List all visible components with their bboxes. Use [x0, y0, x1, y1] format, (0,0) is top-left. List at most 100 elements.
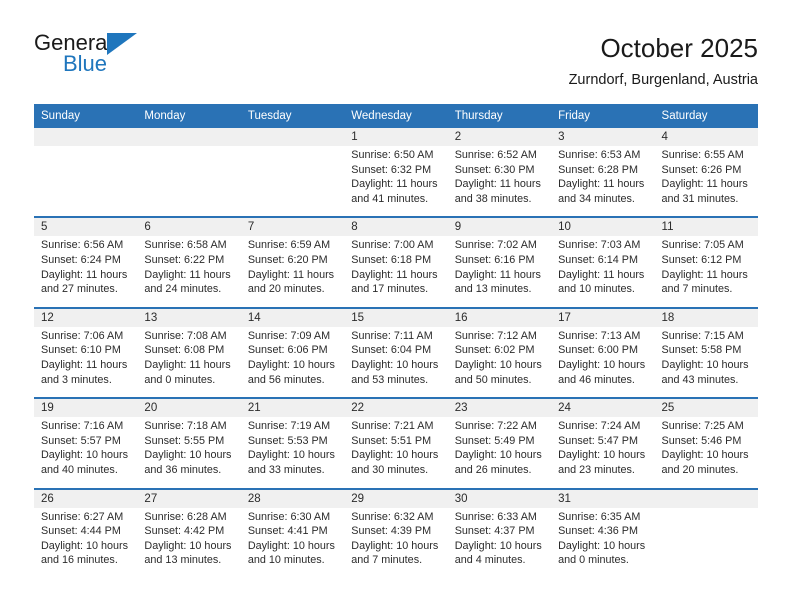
- day-cell[interactable]: Sunrise: 7:03 AM Sunset: 6:14 PM Dayligh…: [551, 236, 655, 308]
- week-1-daynumbers: 1 2 3 4: [34, 128, 758, 146]
- day-cell[interactable]: Sunrise: 7:19 AM Sunset: 5:53 PM Dayligh…: [240, 417, 345, 489]
- day-cell[interactable]: Sunrise: 6:53 AM Sunset: 6:28 PM Dayligh…: [551, 146, 655, 218]
- day-cell[interactable]: Sunrise: 6:35 AM Sunset: 4:36 PM Dayligh…: [551, 507, 655, 579]
- weekday-header-monday: Monday: [137, 104, 241, 128]
- sunset-text: Sunset: 5:51 PM: [351, 434, 432, 447]
- day-cell[interactable]: Sunrise: 7:21 AM Sunset: 5:51 PM Dayligh…: [344, 417, 448, 489]
- day-cell[interactable]: [654, 507, 758, 579]
- day-number: 25: [654, 397, 758, 418]
- daylight-text-line1: Daylight: 10 hours: [454, 358, 542, 371]
- day-cell[interactable]: Sunrise: 6:55 AM Sunset: 6:26 PM Dayligh…: [654, 146, 758, 218]
- day-number: 4: [654, 128, 758, 146]
- day-cell[interactable]: Sunrise: 6:28 AM Sunset: 4:42 PM Dayligh…: [137, 507, 241, 579]
- week-3-daynumbers: 12 13 14 15 16 17 18: [34, 306, 758, 327]
- sunrise-text: Sunrise: 7:03 AM: [558, 239, 641, 252]
- day-cell[interactable]: [137, 146, 241, 218]
- sunset-text: Sunset: 6:28 PM: [558, 163, 638, 176]
- week-4-daynumbers: 19 20 21 22 23 24 25: [34, 397, 758, 418]
- day-cell[interactable]: Sunrise: 7:08 AM Sunset: 6:08 PM Dayligh…: [137, 326, 241, 399]
- sunrise-text: Sunrise: 6:53 AM: [558, 149, 641, 161]
- daylight-text-line2: and 40 minutes.: [41, 463, 118, 476]
- daylight-text-line2: and 56 minutes.: [247, 373, 325, 386]
- day-cell[interactable]: Sunrise: 6:50 AM Sunset: 6:32 PM Dayligh…: [344, 146, 448, 218]
- sunrise-text: Sunrise: 7:24 AM: [558, 420, 641, 433]
- sunrise-text: Sunrise: 6:27 AM: [41, 510, 124, 523]
- day-cell[interactable]: Sunrise: 7:00 AM Sunset: 6:18 PM Dayligh…: [344, 236, 448, 308]
- day-cell[interactable]: Sunrise: 7:13 AM Sunset: 6:00 PM Dayligh…: [551, 326, 655, 399]
- daylight-text-line1: Daylight: 10 hours: [454, 539, 542, 552]
- day-cell[interactable]: Sunrise: 6:30 AM Sunset: 4:41 PM Dayligh…: [240, 507, 345, 579]
- day-cell[interactable]: Sunrise: 6:32 AM Sunset: 4:39 PM Dayligh…: [344, 507, 448, 579]
- day-cell[interactable]: Sunrise: 7:05 AM Sunset: 6:12 PM Dayligh…: [654, 236, 758, 308]
- daylight-text-line2: and 20 minutes.: [661, 463, 739, 476]
- day-number: 19: [34, 397, 138, 418]
- day-number: 8: [344, 216, 448, 237]
- day-number: 17: [551, 306, 655, 327]
- daylight-text-line2: and 50 minutes.: [454, 373, 532, 386]
- day-number: 3: [551, 128, 655, 146]
- sunrise-text: Sunrise: 6:56 AM: [41, 239, 124, 252]
- sunset-text: Sunset: 4:41 PM: [247, 525, 328, 538]
- day-number: 5: [34, 216, 138, 237]
- daylight-text-line2: and 36 minutes.: [144, 463, 222, 476]
- day-cell[interactable]: [240, 146, 345, 218]
- day-cell[interactable]: Sunrise: 7:15 AM Sunset: 5:58 PM Dayligh…: [654, 326, 758, 399]
- daylight-text-line2: and 0 minutes.: [558, 554, 629, 567]
- sunset-text: Sunset: 6:16 PM: [454, 253, 535, 266]
- sunset-text: Sunset: 6:32 PM: [351, 163, 432, 176]
- daylight-text-line2: and 26 minutes.: [454, 463, 532, 476]
- day-cell[interactable]: Sunrise: 7:09 AM Sunset: 6:06 PM Dayligh…: [240, 326, 345, 399]
- day-cell[interactable]: Sunrise: 7:24 AM Sunset: 5:47 PM Dayligh…: [551, 417, 655, 489]
- daylight-text-line1: Daylight: 11 hours: [558, 178, 645, 191]
- sunset-text: Sunset: 5:55 PM: [144, 434, 225, 447]
- day-cell[interactable]: [34, 146, 138, 218]
- week-3-details: Sunrise: 7:06 AM Sunset: 6:10 PM Dayligh…: [34, 326, 758, 399]
- day-cell[interactable]: Sunrise: 6:59 AM Sunset: 6:20 PM Dayligh…: [240, 236, 345, 308]
- day-cell[interactable]: Sunrise: 7:02 AM Sunset: 6:16 PM Dayligh…: [447, 236, 552, 308]
- sunrise-text: Sunrise: 7:15 AM: [661, 329, 744, 342]
- day-number: 31: [551, 487, 655, 508]
- general-blue-logo[interactable]: General Blue: [34, 30, 154, 86]
- day-cell[interactable]: Sunrise: 6:58 AM Sunset: 6:22 PM Dayligh…: [137, 236, 241, 308]
- sunrise-text: Sunrise: 6:33 AM: [454, 510, 537, 523]
- daylight-text-line1: Daylight: 10 hours: [144, 539, 232, 552]
- day-cell[interactable]: Sunrise: 7:22 AM Sunset: 5:49 PM Dayligh…: [447, 417, 552, 489]
- day-cell[interactable]: Sunrise: 7:16 AM Sunset: 5:57 PM Dayligh…: [34, 417, 138, 489]
- sunset-text: Sunset: 4:36 PM: [558, 525, 638, 538]
- day-cell[interactable]: Sunrise: 7:18 AM Sunset: 5:55 PM Dayligh…: [137, 417, 241, 489]
- daylight-text-line1: Daylight: 10 hours: [558, 449, 646, 462]
- day-cell[interactable]: Sunrise: 6:56 AM Sunset: 6:24 PM Dayligh…: [34, 236, 138, 308]
- daylight-text-line2: and 0 minutes.: [144, 373, 216, 386]
- sunset-text: Sunset: 5:49 PM: [454, 434, 535, 447]
- sunset-text: Sunset: 6:24 PM: [41, 253, 121, 266]
- day-number: 14: [240, 306, 345, 327]
- sunset-text: Sunset: 6:00 PM: [558, 344, 638, 357]
- sunset-text: Sunset: 6:06 PM: [247, 344, 328, 357]
- daylight-text-line2: and 34 minutes.: [558, 192, 635, 205]
- day-number: [654, 487, 758, 508]
- sunrise-text: Sunrise: 7:21 AM: [351, 420, 434, 433]
- sunrise-text: Sunrise: 7:06 AM: [41, 329, 124, 342]
- sunset-text: Sunset: 4:42 PM: [144, 525, 225, 538]
- calendar-page: General Blue October 2025 Zurndorf, Burg…: [0, 0, 792, 612]
- day-cell[interactable]: Sunrise: 7:12 AM Sunset: 6:02 PM Dayligh…: [447, 326, 552, 399]
- day-cell[interactable]: Sunrise: 6:33 AM Sunset: 4:37 PM Dayligh…: [447, 507, 552, 579]
- sunrise-text: Sunrise: 7:11 AM: [351, 329, 433, 342]
- day-cell[interactable]: Sunrise: 7:25 AM Sunset: 5:46 PM Dayligh…: [654, 417, 758, 489]
- daylight-text-line2: and 20 minutes.: [247, 283, 325, 296]
- daylight-text-line1: Daylight: 11 hours: [661, 178, 748, 191]
- daylight-text-line2: and 31 minutes.: [661, 192, 739, 205]
- day-cell[interactable]: Sunrise: 6:27 AM Sunset: 4:44 PM Dayligh…: [34, 507, 138, 579]
- day-cell[interactable]: Sunrise: 7:06 AM Sunset: 6:10 PM Dayligh…: [34, 326, 138, 399]
- daylight-text-line1: Daylight: 10 hours: [41, 539, 129, 552]
- week-1-details: Sunrise: 6:50 AM Sunset: 6:32 PM Dayligh…: [34, 146, 758, 218]
- daylight-text-line1: Daylight: 10 hours: [454, 449, 542, 462]
- daylight-text-line2: and 23 minutes.: [558, 463, 635, 476]
- weekday-header-saturday: Saturday: [654, 104, 758, 128]
- day-cell[interactable]: Sunrise: 7:11 AM Sunset: 6:04 PM Dayligh…: [344, 326, 448, 399]
- daylight-text-line2: and 33 minutes.: [247, 463, 325, 476]
- page-title: October 2025: [600, 33, 758, 63]
- day-cell[interactable]: Sunrise: 6:52 AM Sunset: 6:30 PM Dayligh…: [447, 146, 552, 218]
- daylight-text-line2: and 16 minutes.: [41, 554, 118, 567]
- sunrise-text: Sunrise: 7:12 AM: [454, 329, 537, 342]
